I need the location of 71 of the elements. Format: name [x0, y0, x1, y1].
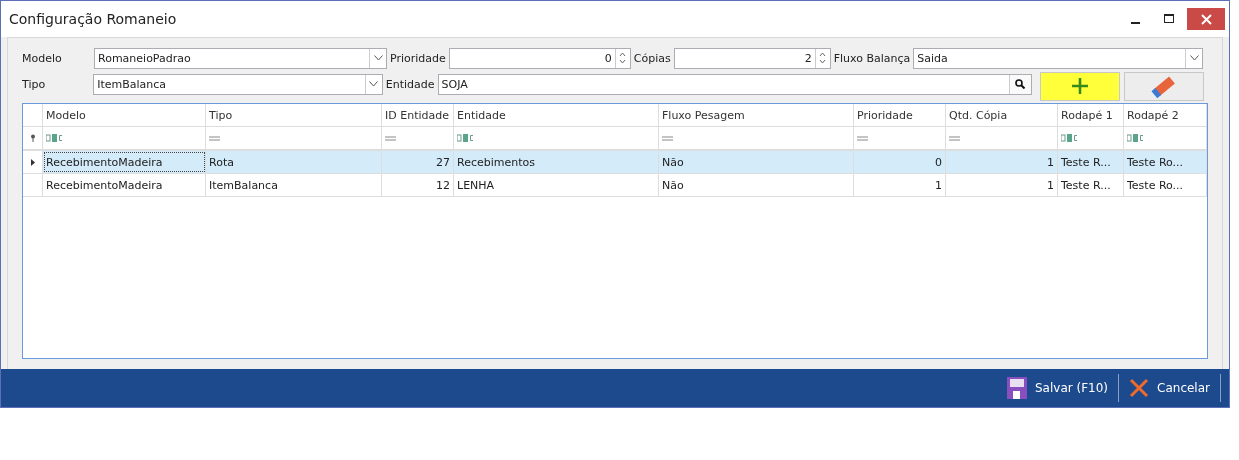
table-cell: ItemBalanca: [206, 174, 382, 196]
field-label: Prioridade: [389, 51, 447, 65]
model-dropdown[interactable]: RomaneioPadrao: [94, 47, 387, 69]
scale-flow-dropdown[interactable]: Saida: [913, 47, 1204, 69]
table-cell: 1: [946, 174, 1058, 196]
close-button[interactable]: [1187, 8, 1225, 30]
table-cell: Teste R...: [1058, 151, 1124, 173]
eraser-icon: [1150, 74, 1177, 98]
chevron-down-icon: [369, 81, 379, 87]
chevron-down-icon: [1189, 55, 1199, 61]
equals-filter-icon[interactable]: [385, 135, 396, 141]
chevron-down-icon: [373, 55, 383, 61]
clear-button[interactable]: [1123, 71, 1204, 101]
spinner-arrows-icon: [619, 51, 627, 65]
column-header[interactable]: Fluxo Pesagem: [659, 104, 854, 126]
save-button[interactable]: Salvar (F10): [997, 373, 1119, 403]
add-button[interactable]: [1039, 71, 1120, 101]
close-icon: [1200, 13, 1212, 25]
text-filter-icon[interactable]: [1127, 134, 1144, 142]
pin-icon[interactable]: [29, 134, 36, 142]
field-label: Cópias: [632, 51, 672, 65]
field-label: Entidade: [384, 77, 436, 91]
minimize-icon: [1130, 22, 1140, 24]
table-cell: 1: [854, 174, 946, 196]
table-cell: 1: [946, 151, 1058, 173]
table-row[interactable]: RecebimentoMadeira Rota 27 Recebimentos Não 0 1 Teste R... Teste Ro...: [23, 151, 1207, 174]
column-header[interactable]: Modelo: [43, 104, 206, 126]
table-cell: 0: [854, 151, 946, 173]
field-label: Tipo: [22, 77, 47, 91]
plus-icon: [1070, 77, 1089, 95]
row-indicator-icon: [30, 158, 35, 166]
table-cell: Teste R...: [1058, 174, 1124, 196]
entity-field[interactable]: SOJA: [437, 73, 1032, 95]
table-cell: Teste Ro...: [1124, 174, 1207, 196]
window-title: Configuração Romaneio: [9, 11, 178, 27]
column-header[interactable]: Qtd. Cópia: [946, 104, 1058, 126]
text-filter-icon[interactable]: [46, 134, 63, 142]
table-cell: Rota: [206, 151, 382, 173]
table-cell: 12: [382, 174, 454, 196]
copies-spinner[interactable]: 2: [673, 47, 831, 69]
column-header[interactable]: Rodapé 1: [1058, 104, 1124, 126]
column-header[interactable]: Prioridade: [854, 104, 946, 126]
equals-filter-icon[interactable]: [209, 135, 220, 141]
text-filter-icon[interactable]: [457, 134, 474, 142]
table-cell: Não: [659, 174, 854, 196]
equals-filter-icon[interactable]: [662, 135, 673, 141]
maximize-icon: [1163, 14, 1175, 24]
table-cell: Teste Ro...: [1124, 151, 1207, 173]
column-header[interactable]: Tipo: [206, 104, 382, 126]
search-button[interactable]: [1008, 74, 1031, 94]
x-icon: [1129, 378, 1150, 398]
column-header[interactable]: ID Entidade: [382, 104, 454, 126]
column-header[interactable]: Entidade: [454, 104, 659, 126]
priority-spinner[interactable]: 0: [448, 47, 631, 69]
equals-filter-icon[interactable]: [857, 135, 868, 141]
spinner-arrows-icon: [819, 51, 827, 65]
table-cell: Recebimentos: [454, 151, 659, 173]
table-cell: Não: [659, 151, 854, 173]
column-header[interactable]: Rodapé 2: [1124, 104, 1207, 126]
field-label: Fluxo Balança: [832, 51, 912, 65]
field-label: Modelo: [22, 51, 63, 65]
type-dropdown[interactable]: ItemBalanca: [93, 73, 383, 95]
equals-filter-icon[interactable]: [949, 135, 960, 141]
table-cell: RecebimentoMadeira: [43, 151, 206, 173]
table-row[interactable]: RecebimentoMadeira ItemBalanca 12 LENHA Não 1 1 Teste R... Teste Ro...: [23, 174, 1207, 197]
table-cell: 27: [382, 151, 454, 173]
table-cell: LENHA: [454, 174, 659, 196]
search-icon: [1015, 79, 1026, 89]
table-cell: RecebimentoMadeira: [43, 174, 206, 196]
text-filter-icon[interactable]: [1061, 134, 1078, 142]
cancel-button[interactable]: Cancelar: [1119, 373, 1220, 403]
